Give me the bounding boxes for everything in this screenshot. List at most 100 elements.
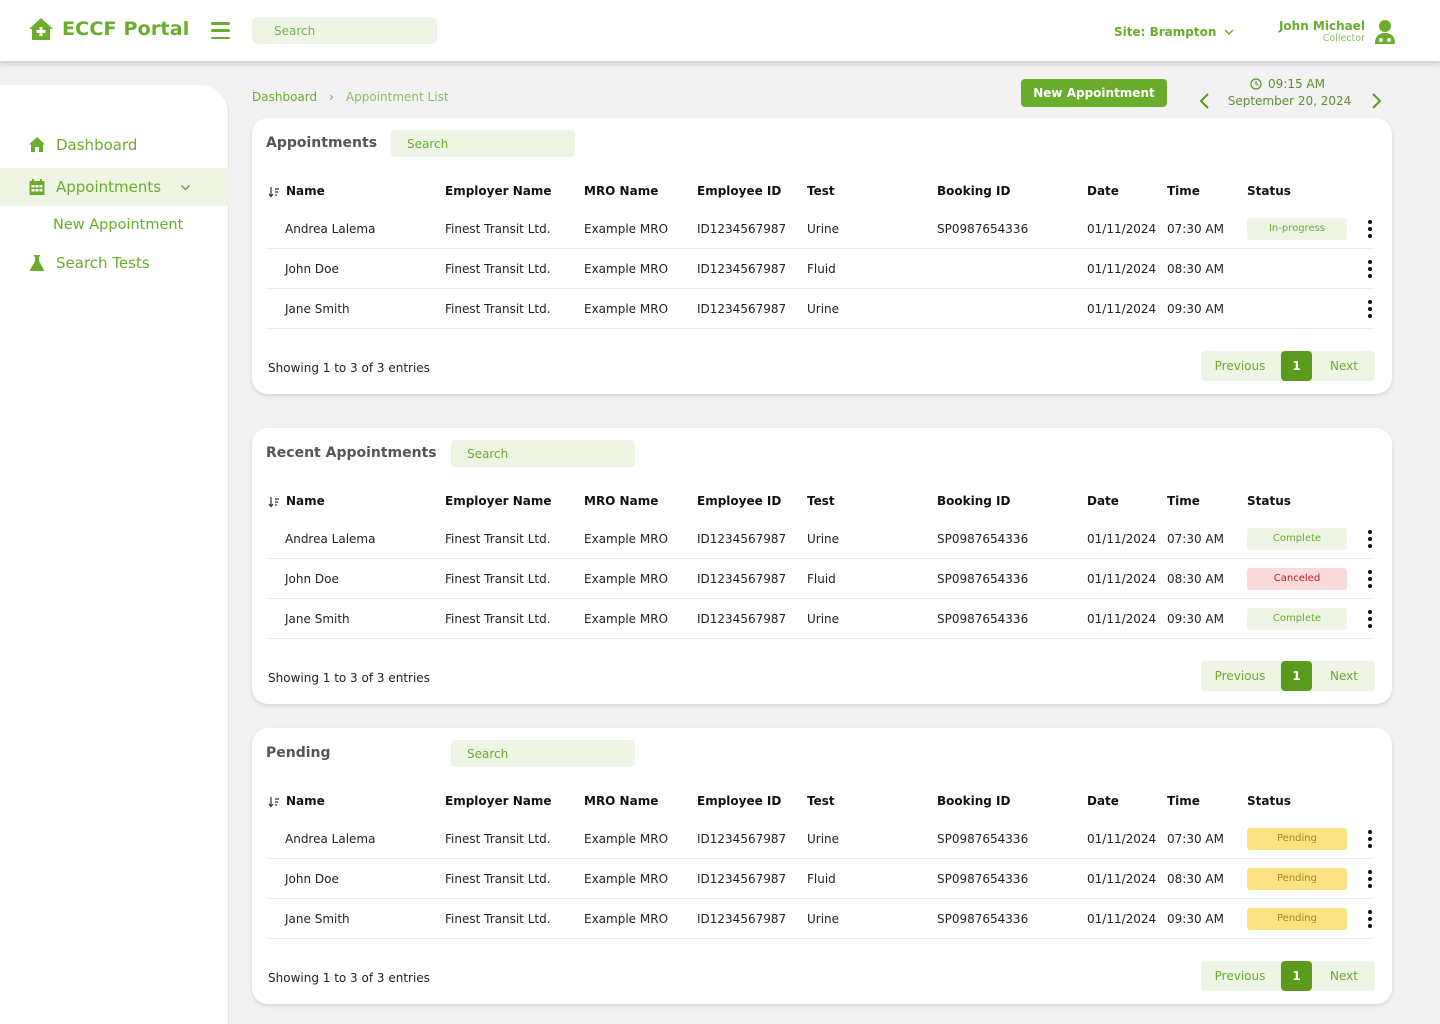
column-header[interactable]: MRO Name — [584, 494, 658, 508]
column-header[interactable]: Booking ID — [937, 794, 1010, 808]
sidebar: Dashboard Appointments New Appointment S… — [0, 85, 229, 1024]
column-header[interactable]: Name — [286, 794, 325, 808]
table-row[interactable]: Andrea Lalema Finest Transit Ltd. Example … — [266, 209, 1374, 249]
cell-employer: Finest Transit Ltd. — [445, 832, 551, 846]
chevron-right-icon[interactable] — [1369, 92, 1383, 110]
column-header[interactable]: Name — [286, 494, 325, 508]
user-avatar-icon[interactable] — [1374, 19, 1396, 45]
next-page-button[interactable]: Next — [1313, 961, 1375, 991]
sidebar-item-appointments[interactable]: Appointments — [0, 168, 229, 206]
table-row[interactable]: Jane Smith Finest Transit Ltd. Example MRO… — [266, 599, 1374, 639]
column-header[interactable]: Employer Name — [445, 184, 552, 198]
user-name: John Michael — [1278, 19, 1365, 33]
cell-time: 09:30 AM — [1167, 612, 1224, 626]
chevron-down-icon — [1224, 29, 1234, 36]
card-search-input[interactable] — [451, 440, 635, 467]
breadcrumb-dashboard[interactable]: Dashboard — [252, 90, 317, 104]
table-row[interactable]: Jane Smith Finest Transit Ltd. Example MRO… — [266, 289, 1374, 329]
cell-employee-id: ID1234567987 — [697, 302, 787, 316]
cell-employee-id: ID1234567987 — [697, 872, 787, 886]
column-header[interactable]: Employer Name — [445, 494, 552, 508]
more-options-icon[interactable] — [1367, 260, 1373, 278]
column-header[interactable]: Employee ID — [697, 794, 781, 808]
column-header[interactable]: Name — [286, 184, 325, 198]
column-header[interactable]: Time — [1167, 494, 1200, 508]
menu-toggle-icon[interactable] — [211, 22, 230, 39]
status-badge: In-progress — [1247, 218, 1347, 240]
pagination: Previous 1 Next — [1201, 661, 1375, 691]
new-appointment-button[interactable]: New Appointment — [1021, 79, 1167, 107]
next-page-button[interactable]: Next — [1313, 351, 1375, 381]
column-header[interactable]: Time — [1167, 184, 1200, 198]
sidebar-item-new-appointment[interactable]: New Appointment — [53, 217, 183, 233]
cell-name: Andrea Lalema — [285, 222, 376, 236]
chevron-left-icon[interactable] — [1198, 92, 1212, 110]
column-header[interactable]: Booking ID — [937, 184, 1010, 198]
previous-page-button[interactable]: Previous — [1201, 661, 1279, 691]
table-header: Name Employer Name MRO Name Employee ID Test… — [252, 494, 1392, 514]
more-options-icon[interactable] — [1367, 220, 1373, 238]
table-row[interactable]: John Doe Finest Transit Ltd. Example MRO ID… — [266, 249, 1374, 289]
page-1-button[interactable]: 1 — [1281, 351, 1312, 381]
cell-date: 01/11/2024 — [1087, 532, 1157, 546]
column-header[interactable]: Date — [1087, 494, 1119, 508]
more-options-icon[interactable] — [1367, 870, 1373, 888]
column-header[interactable]: Employee ID — [697, 184, 781, 198]
cell-mro: Example MRO — [584, 832, 669, 846]
column-header[interactable]: Time — [1167, 794, 1200, 808]
column-header[interactable]: Status — [1247, 494, 1291, 508]
site-selector[interactable]: Site: Brampton — [1114, 25, 1234, 39]
more-options-icon[interactable] — [1367, 570, 1373, 588]
column-header[interactable]: MRO Name — [584, 794, 658, 808]
table-row[interactable]: John Doe Finest Transit Ltd. Example MRO ID… — [266, 859, 1374, 899]
previous-page-button[interactable]: Previous — [1201, 961, 1279, 991]
cell-date: 01/11/2024 — [1087, 302, 1157, 316]
global-search-input[interactable] — [252, 17, 437, 44]
table-row[interactable]: Andrea Lalema Finest Transit Ltd. Example … — [266, 819, 1374, 859]
next-page-button[interactable]: Next — [1313, 661, 1375, 691]
column-header[interactable]: Booking ID — [937, 494, 1010, 508]
sidebar-item-search-tests[interactable]: Search Tests — [0, 244, 229, 282]
column-header[interactable]: Status — [1247, 184, 1291, 198]
more-options-icon[interactable] — [1367, 530, 1373, 548]
breadcrumb-separator: › — [329, 90, 334, 104]
cell-time: 08:30 AM — [1167, 872, 1224, 886]
more-options-icon[interactable] — [1367, 830, 1373, 848]
table-row[interactable]: Jane Smith Finest Transit Ltd. Example MRO… — [266, 899, 1374, 939]
more-options-icon[interactable] — [1367, 610, 1373, 628]
sidebar-item-dashboard[interactable]: Dashboard — [0, 126, 229, 164]
app-logo[interactable]: ECCF Portal — [28, 17, 189, 41]
column-header[interactable]: Status — [1247, 794, 1291, 808]
cell-employee-id: ID1234567987 — [697, 912, 787, 926]
page-1-button[interactable]: 1 — [1281, 961, 1312, 991]
column-header[interactable]: Test — [807, 184, 835, 198]
column-header[interactable]: Date — [1087, 794, 1119, 808]
cell-test: Urine — [807, 912, 840, 926]
sort-icon[interactable] — [268, 186, 280, 198]
cell-employer: Finest Transit Ltd. — [445, 912, 551, 926]
more-options-icon[interactable] — [1367, 910, 1373, 928]
cell-test: Urine — [807, 532, 840, 546]
more-options-icon[interactable] — [1367, 300, 1373, 318]
sort-icon[interactable] — [268, 496, 280, 508]
cell-time: 07:30 AM — [1167, 832, 1224, 846]
column-header[interactable]: Employer Name — [445, 794, 552, 808]
page-1-button[interactable]: 1 — [1281, 661, 1312, 691]
column-header[interactable]: Date — [1087, 184, 1119, 198]
chevron-down-icon — [180, 184, 191, 191]
column-header[interactable]: MRO Name — [584, 184, 658, 198]
card-title: Pending — [266, 745, 331, 761]
card-search-input[interactable] — [451, 740, 635, 767]
cell-employer: Finest Transit Ltd. — [445, 872, 551, 886]
table-row[interactable]: John Doe Finest Transit Ltd. Example MRO ID… — [266, 559, 1374, 599]
card-search-input[interactable] — [391, 130, 575, 157]
sort-icon[interactable] — [268, 796, 280, 808]
column-header[interactable]: Employee ID — [697, 494, 781, 508]
table-row[interactable]: Andrea Lalema Finest Transit Ltd. Example … — [266, 519, 1374, 559]
previous-page-button[interactable]: Previous — [1201, 351, 1279, 381]
column-header[interactable]: Test — [807, 794, 835, 808]
appointments-card: Appointments Name Employer Name MRO Name Emp… — [252, 118, 1392, 394]
column-header[interactable]: Test — [807, 494, 835, 508]
cell-employer: Finest Transit Ltd. — [445, 612, 551, 626]
user-info[interactable]: John Michael Collector — [1270, 19, 1365, 44]
